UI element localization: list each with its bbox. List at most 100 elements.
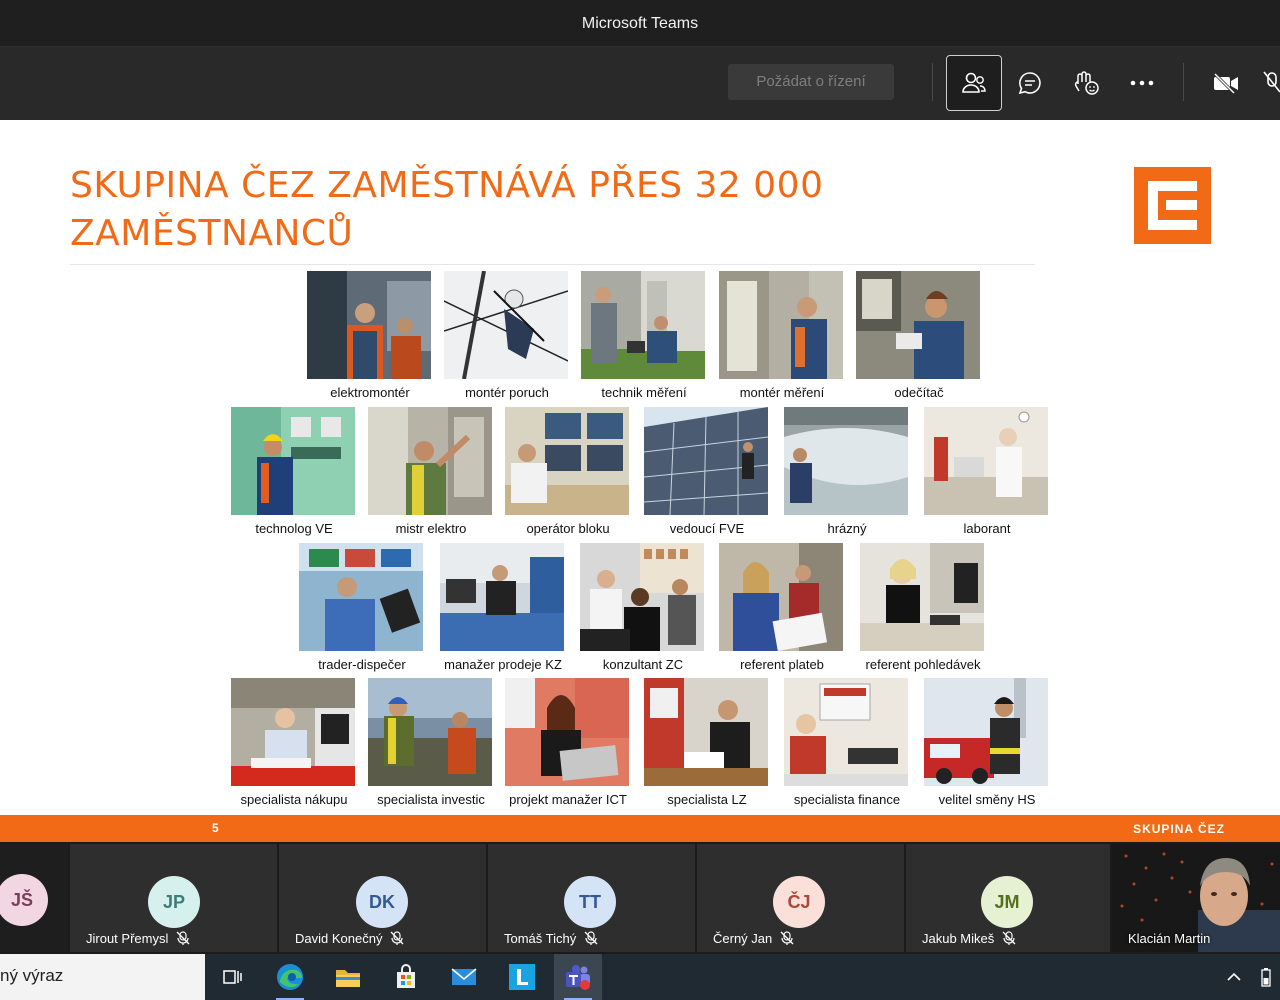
mail-icon [451, 968, 477, 985]
window-titlebar: Microsoft Teams [0, 0, 1280, 47]
battery-icon [1261, 968, 1271, 987]
job-tile: technik měření [581, 271, 707, 406]
job-tile: technolog VE [231, 407, 357, 542]
job-tile: odečítač [856, 271, 982, 406]
job-caption: laborant [963, 521, 1011, 536]
reactions-button[interactable] [1058, 55, 1114, 111]
participant-tile[interactable]: DK David Konečný [279, 844, 486, 952]
request-control-button[interactable]: Požádat o řízení [728, 64, 894, 100]
window-title: Microsoft Teams [581, 15, 699, 32]
job-photo [644, 407, 768, 515]
job-photo [924, 407, 1048, 515]
teams-app-button[interactable] [554, 954, 602, 1000]
job-tile: specialista finance [784, 678, 910, 813]
avatar: JM [981, 876, 1033, 928]
mic-muted-icon [1002, 931, 1016, 945]
job-caption: velitel směny HS [938, 792, 1036, 807]
job-tile: konzultant ZC [580, 543, 706, 678]
job-photo [719, 271, 843, 379]
job-tile: specialista LZ [644, 678, 770, 813]
more-options-button[interactable] [1114, 55, 1170, 111]
job-photo [231, 407, 355, 515]
teams-icon [566, 965, 590, 990]
slide-title-line-2: ZAMĚSTNANCŮ [70, 213, 354, 254]
participant-tile[interactable]: TT Tomáš Tichý [488, 844, 695, 952]
job-caption: odečítač [894, 385, 944, 400]
job-photo [784, 407, 908, 515]
participant-name: Jakub Mikeš [922, 931, 1016, 946]
participant-video-tile[interactable]: Klacián Martin [1112, 844, 1280, 952]
job-photo [231, 678, 355, 786]
participant-name: David Konečný [295, 931, 404, 946]
file-explorer-icon [336, 970, 360, 987]
avatar: JP [148, 876, 200, 928]
photo-row-4: specialista nákupu specialista investic … [0, 678, 1280, 813]
job-caption: referent pohledávek [865, 657, 981, 672]
task-view-button[interactable] [208, 954, 256, 1000]
file-explorer-button[interactable] [324, 954, 372, 1000]
reactions-icon [1074, 71, 1099, 95]
participant-name: Jirout Přemysl [86, 931, 190, 946]
job-tile: vedoucí FVE [644, 407, 770, 542]
job-photo [644, 678, 768, 786]
job-tile: velitel směny HS [924, 678, 1050, 813]
task-view-icon [223, 970, 242, 984]
job-tile: referent plateb [719, 543, 845, 678]
photo-row-3: trader-dispečer manažer prodeje KZ konzu… [0, 543, 1280, 678]
job-photo [440, 543, 564, 651]
job-photo [368, 407, 492, 515]
mic-toggle-button[interactable] [1252, 55, 1280, 111]
more-icon [1130, 80, 1154, 86]
job-photo [580, 543, 704, 651]
avatar: DK [356, 876, 408, 928]
chat-button[interactable] [1002, 55, 1058, 111]
participant-tile[interactable]: ČJ Černý Jan [697, 844, 904, 952]
participant-tile[interactable]: JM Jakub Mikeš [906, 844, 1110, 952]
job-tile: hrázný [784, 407, 910, 542]
job-tile: projekt manažer ICT [505, 678, 631, 813]
job-tile: montér poruch [444, 271, 570, 406]
mic-off-icon [1263, 71, 1280, 93]
camera-off-icon [1213, 72, 1238, 94]
mail-app-button[interactable] [440, 954, 488, 1000]
edge-app-button[interactable] [266, 954, 314, 1000]
job-tile: montér měření [719, 271, 845, 406]
chat-icon [1018, 72, 1041, 95]
job-tile: elektromontér [307, 271, 433, 406]
job-photo [924, 678, 1048, 786]
slide-title-line-1: SKUPINA ČEZ ZAMĚSTNÁVÁ PŘES 32 000 [70, 165, 824, 206]
slide-footer: 5 SKUPINA ČEZ [0, 815, 1280, 842]
job-photo [784, 678, 908, 786]
store-app-button[interactable] [382, 954, 430, 1000]
cez-logo [1134, 167, 1211, 244]
mic-muted-icon [390, 931, 404, 945]
title-divider [70, 264, 1035, 265]
mic-muted-icon [176, 931, 190, 945]
show-hidden-icons-button[interactable] [1212, 954, 1256, 1000]
avatar: TT [564, 876, 616, 928]
job-tile: laborant [924, 407, 1050, 542]
job-photo [368, 678, 492, 786]
job-photo [719, 543, 843, 651]
toolbar-divider [1183, 63, 1184, 101]
chevron-up-icon [1227, 972, 1241, 981]
battery-button[interactable] [1252, 954, 1280, 1000]
job-photo [581, 271, 705, 379]
job-tile: referent pohledávek [860, 543, 986, 678]
camera-toggle-button[interactable] [1198, 55, 1254, 111]
avatar: JŠ [0, 874, 48, 926]
slide-page-number: 5 [212, 821, 219, 835]
meeting-toolbar: Požádat o řízení [0, 47, 1280, 120]
participants-button[interactable] [946, 55, 1002, 111]
avatar: ČJ [773, 876, 825, 928]
job-tile: mistr elektro [368, 407, 494, 542]
job-photo [860, 543, 984, 651]
participant-tile[interactable]: JP Jirout Přemysl [70, 844, 277, 952]
participant-tile[interactable]: JŠ [0, 844, 68, 952]
shared-presentation-slide: SKUPINA ČEZ ZAMĚSTNÁVÁ PŘES 32 000 ZAMĚS… [0, 120, 1280, 815]
job-tile: specialista investic [368, 678, 494, 813]
taskbar-search-box[interactable]: ný výraz [0, 954, 205, 1000]
photo-row-1: elektromontér montér poruch technik měře… [0, 271, 1280, 406]
l-app-button[interactable] [498, 954, 546, 1000]
job-tile: specialista nákupu [231, 678, 357, 813]
